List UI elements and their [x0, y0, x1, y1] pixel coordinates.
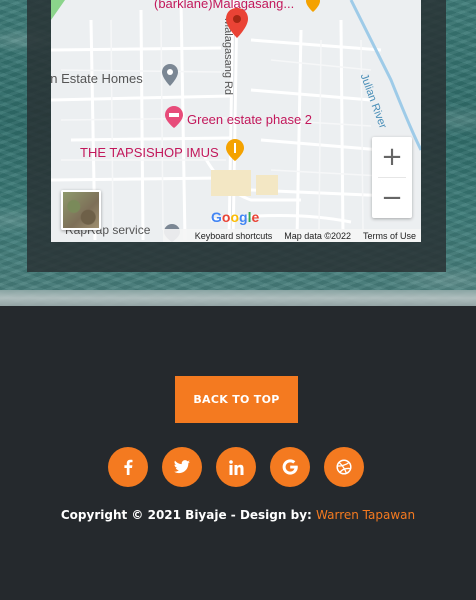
- zoom-controls: + −: [372, 137, 412, 218]
- map-attribution: Keyboard shortcuts Map data ©2022 Terms …: [163, 229, 421, 242]
- hotel-pin-icon[interactable]: [165, 106, 183, 128]
- google-icon: [282, 459, 298, 475]
- map-poi-icon[interactable]: [306, 0, 320, 12]
- back-to-top-button[interactable]: BACK TO TOP: [175, 376, 298, 423]
- zoom-in-button[interactable]: +: [372, 137, 412, 177]
- copyright-prefix: Copyright © 2021 Biyaje - Design by:: [60, 508, 312, 522]
- dribbble-link[interactable]: [324, 447, 364, 487]
- map-data-credit: Map data ©2022: [284, 230, 351, 241]
- foam-strip: [0, 290, 476, 306]
- satellite-layer-toggle[interactable]: [61, 190, 101, 230]
- linkedin-icon: [228, 459, 243, 475]
- facebook-icon: [124, 459, 133, 475]
- twitter-link[interactable]: [162, 447, 202, 487]
- twitter-icon: [174, 460, 190, 474]
- designer-link[interactable]: Warren Tapawan: [316, 508, 415, 522]
- map-place-icon[interactable]: [162, 64, 178, 86]
- map-label-green-estate-phase[interactable]: Green estate phase 2: [187, 112, 312, 127]
- copyright-text: Copyright © 2021 Biyaje - Design by: War…: [0, 508, 476, 522]
- facebook-link[interactable]: [108, 447, 148, 487]
- google-logo: Google: [211, 209, 260, 225]
- keyboard-shortcuts-link[interactable]: Keyboard shortcuts: [195, 231, 273, 241]
- linkedin-link[interactable]: [216, 447, 256, 487]
- restaurant-pin-icon[interactable]: [226, 139, 244, 161]
- google-link[interactable]: [270, 447, 310, 487]
- map-label-tapsishop[interactable]: THE TAPSISHOP IMUS: [80, 145, 219, 160]
- map-label-barklane[interactable]: (barklane)Malagasang...: [154, 0, 294, 11]
- map-label-green-estate-homes[interactable]: en Estate Homes: [51, 71, 143, 86]
- social-links: [108, 447, 364, 487]
- dribbble-icon: [336, 459, 352, 475]
- google-map[interactable]: (barklane)Malagasang... en Estate Homes …: [51, 0, 421, 242]
- terms-of-use-link[interactable]: Terms of Use: [363, 231, 416, 241]
- hero-water-background: (barklane)Malagasang... en Estate Homes …: [0, 0, 476, 306]
- map-pin-icon[interactable]: [226, 8, 248, 38]
- zoom-out-button[interactable]: −: [372, 178, 412, 218]
